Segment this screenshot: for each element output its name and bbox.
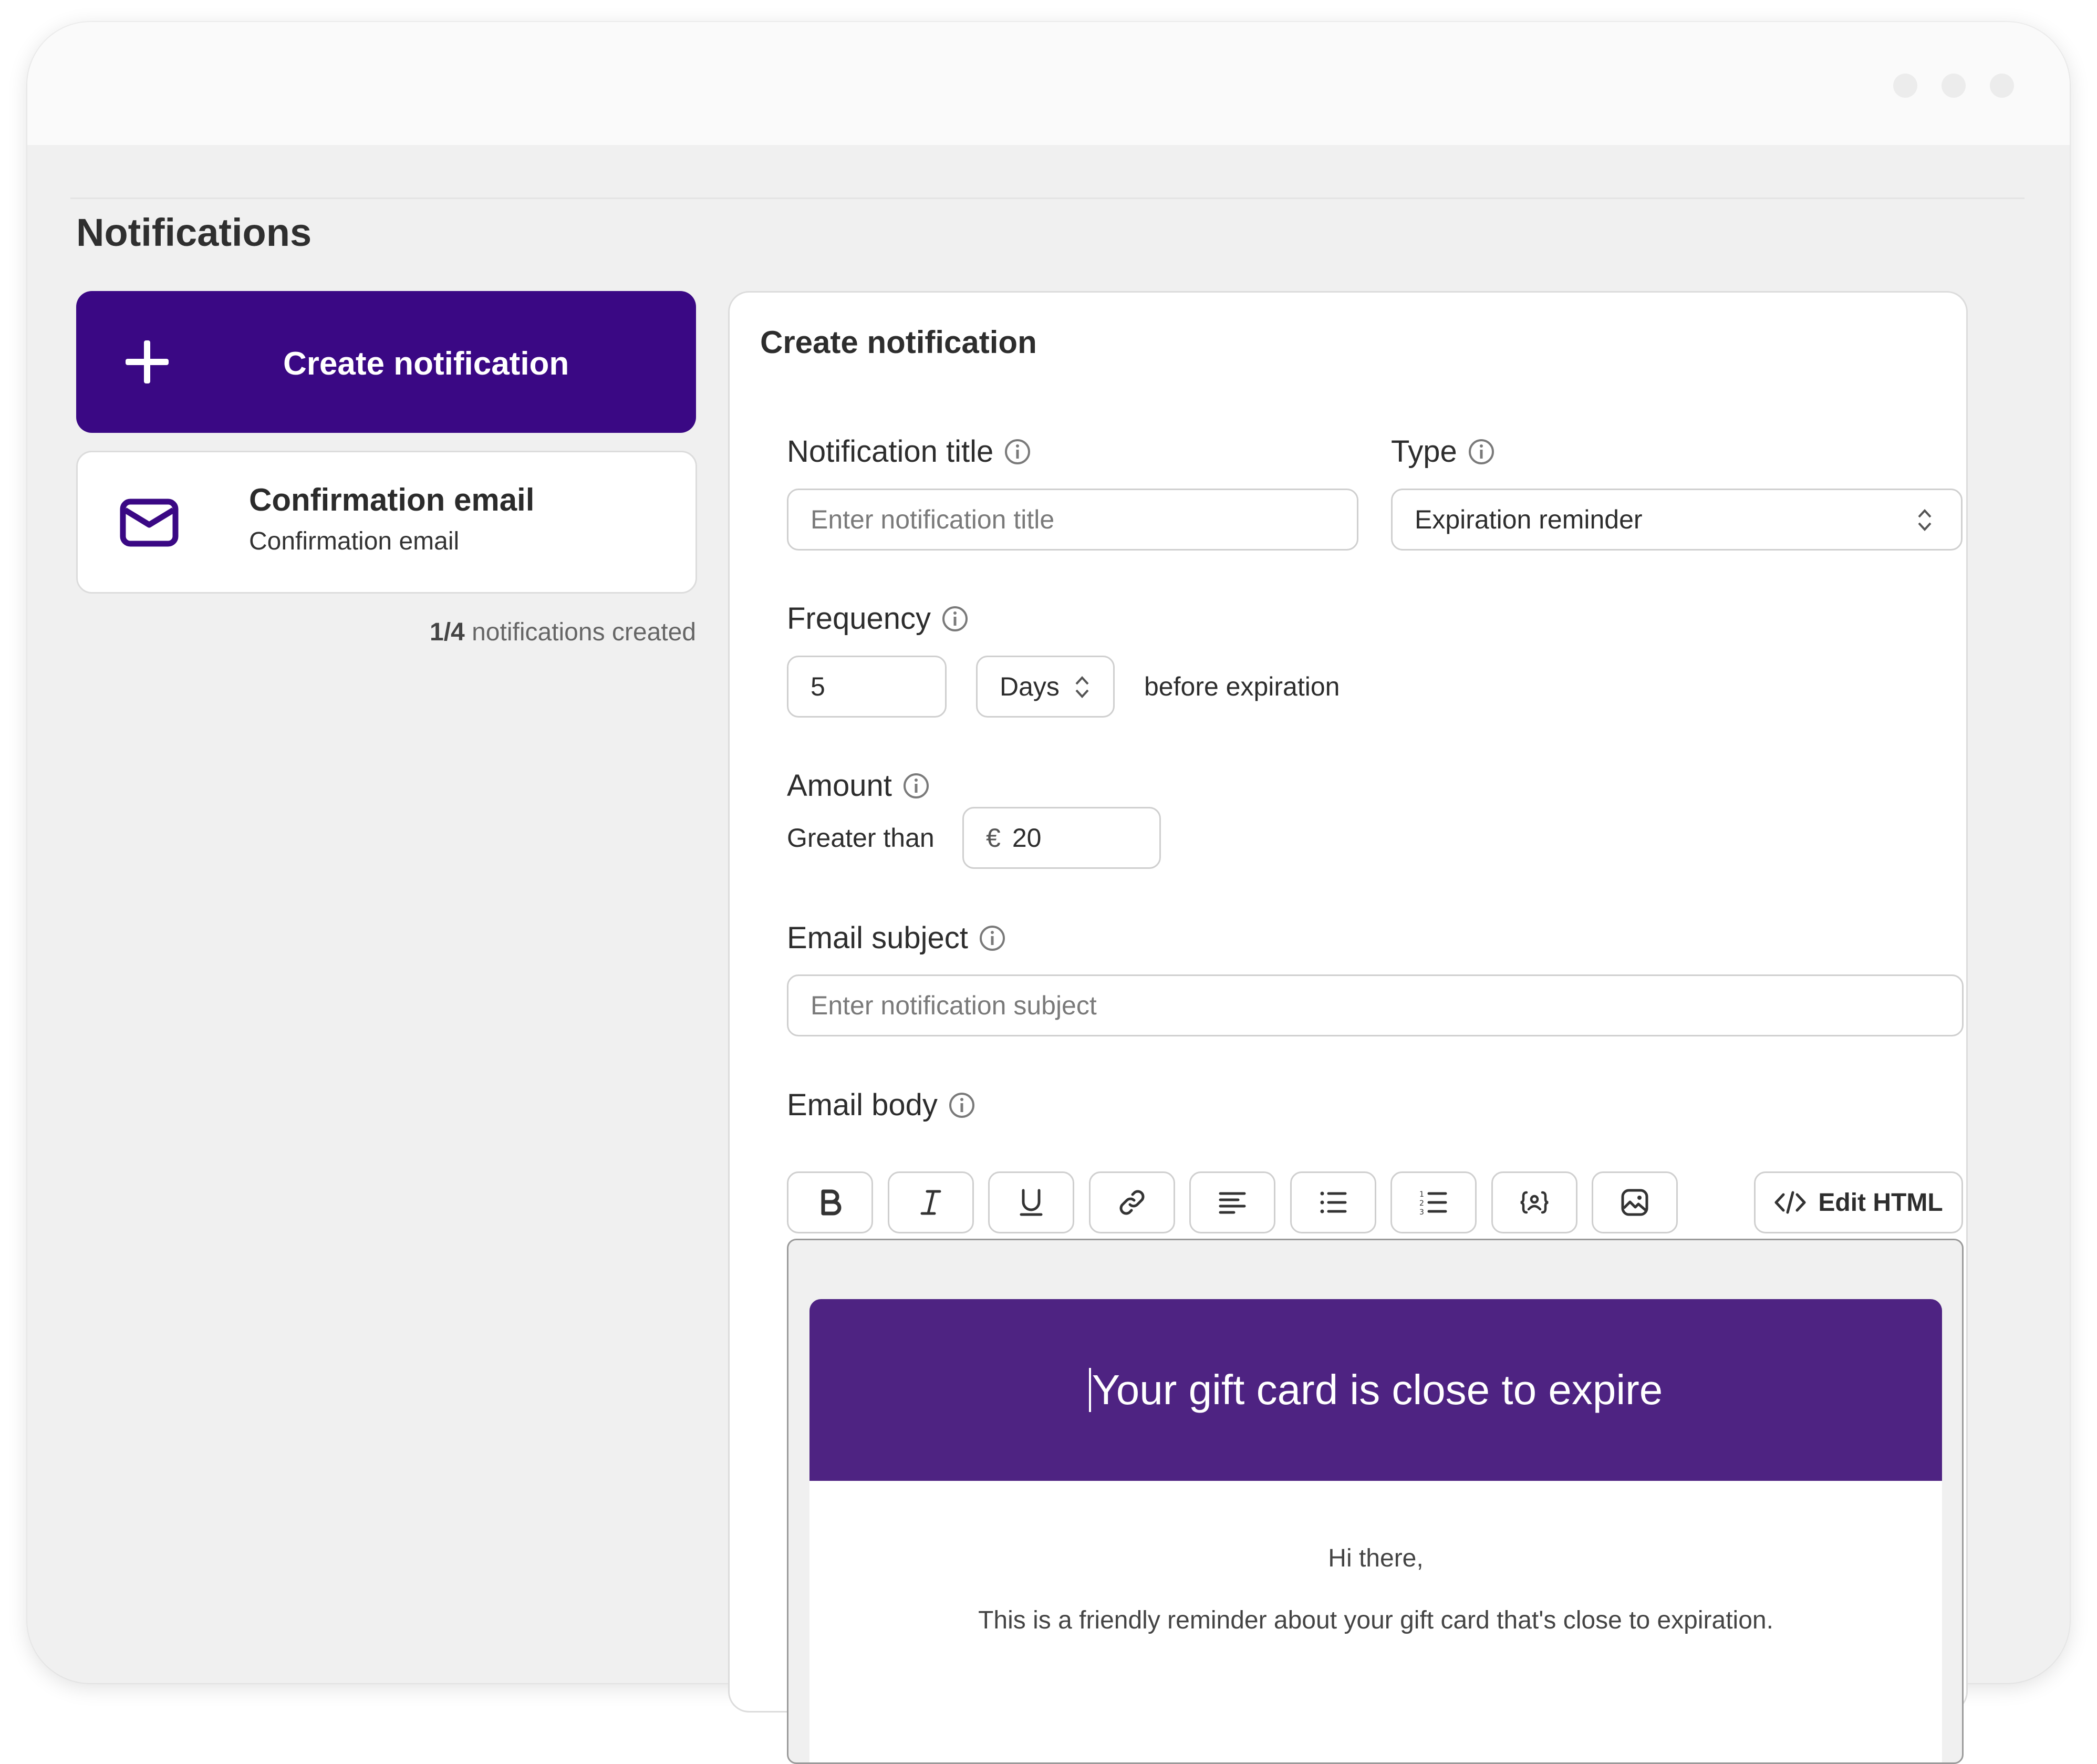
email-preview-header-text: Your gift card is close to expire [1092,1366,1663,1413]
numbered-list-icon: 123 [1419,1190,1447,1217]
svg-text:2: 2 [1419,1199,1424,1208]
create-notification-button[interactable]: Create notification [76,291,696,433]
frequency-label-text: Frequency [787,601,931,636]
create-notification-label: Create notification [283,346,569,382]
bold-icon [821,1189,842,1216]
email-body-label: Email body [787,1087,975,1123]
amount-condition: Greater than [787,823,935,853]
amount-value: 20 [1012,823,1042,853]
svg-text:1: 1 [1419,1190,1424,1199]
edit-html-label: Edit HTML [1818,1188,1943,1217]
info-icon[interactable] [948,1092,975,1119]
italic-button[interactable] [888,1171,974,1233]
mail-icon [120,499,179,547]
code-icon [1774,1191,1806,1214]
email-preview-header: Your gift card is close to expire [809,1299,1942,1481]
variable-icon [1520,1191,1549,1214]
window-control-dot[interactable] [1893,74,1917,98]
email-subject-label: Email subject [787,920,1006,956]
amount-label: Amount [787,768,930,803]
insert-image-button[interactable] [1592,1171,1678,1233]
frequency-label: Frequency [787,601,969,636]
chevron-up-down-icon [1918,509,1932,531]
info-icon[interactable] [902,772,930,800]
notification-title-input[interactable]: Enter notification title [787,489,1358,551]
amount-label-text: Amount [787,769,892,803]
link-icon [1119,1190,1145,1215]
count-current: 1/4 [430,618,465,646]
text-cursor [1088,1368,1091,1412]
notification-item-title: Confirmation email [249,482,535,517]
frequency-unit-select[interactable]: Days [976,656,1115,718]
currency-symbol: € [986,823,1001,853]
email-body-editor[interactable]: Your gift card is close to expire Hi the… [787,1239,1964,1764]
bold-button[interactable] [787,1171,873,1233]
link-button[interactable] [1089,1171,1175,1233]
notification-item-confirmation-email[interactable]: Confirmation email Confirmation email [76,451,697,594]
underline-icon [1020,1189,1043,1216]
type-label: Type [1391,434,1495,469]
page-title: Notifications [76,211,312,254]
info-icon[interactable] [1468,438,1495,465]
image-icon [1621,1189,1648,1216]
frequency-suffix: before expiration [1144,672,1340,701]
header-divider [70,198,2025,199]
insert-variable-button[interactable] [1491,1171,1577,1233]
align-left-button[interactable] [1189,1171,1275,1233]
email-preview-greeting: Hi there, [1328,1544,1424,1572]
underline-button[interactable] [988,1171,1074,1233]
svg-text:3: 3 [1419,1208,1424,1217]
panel-title: Create notification [760,325,1037,360]
numbered-list-button[interactable]: 123 [1390,1171,1477,1233]
edit-html-button[interactable]: Edit HTML [1754,1171,1963,1233]
notification-count: 1/4 notifications created [76,618,696,647]
email-subject-label-text: Email subject [787,921,968,955]
email-preview-body: Hi there, This is a friendly reminder ab… [809,1481,1942,1762]
align-left-icon [1219,1192,1246,1214]
info-icon[interactable] [1004,438,1031,465]
frequency-value-input[interactable]: 5 [787,656,947,718]
title-bar [27,22,2070,145]
notification-item-subtitle: Confirmation email [249,527,460,555]
email-preview-message: This is a friendly reminder about your g… [978,1606,1773,1634]
frequency-unit-value: Days [1000,672,1060,701]
email-preview-header-text-wrap: Your gift card is close to expire [809,1299,1942,1481]
email-body-label-text: Email body [787,1088,938,1122]
type-select-value: Expiration reminder [1415,505,1643,534]
count-suffix: notifications created [464,618,696,646]
bullet-list-button[interactable] [1290,1171,1376,1233]
window-control-dot[interactable] [1990,74,2014,98]
plus-icon [123,338,171,386]
notification-title-label-text: Notification title [787,434,994,469]
info-icon[interactable] [941,605,969,632]
window-control-dot[interactable] [1942,74,1966,98]
chevron-up-down-icon [1075,676,1089,698]
type-select[interactable]: Expiration reminder [1391,489,1963,551]
bullet-list-icon [1320,1191,1347,1213]
email-subject-input[interactable]: Enter notification subject [787,974,1964,1036]
notification-title-label: Notification title [787,434,1031,469]
info-icon[interactable] [979,925,1006,952]
type-label-text: Type [1391,434,1457,469]
amount-input[interactable]: € 20 [962,807,1161,869]
italic-icon [920,1190,941,1215]
